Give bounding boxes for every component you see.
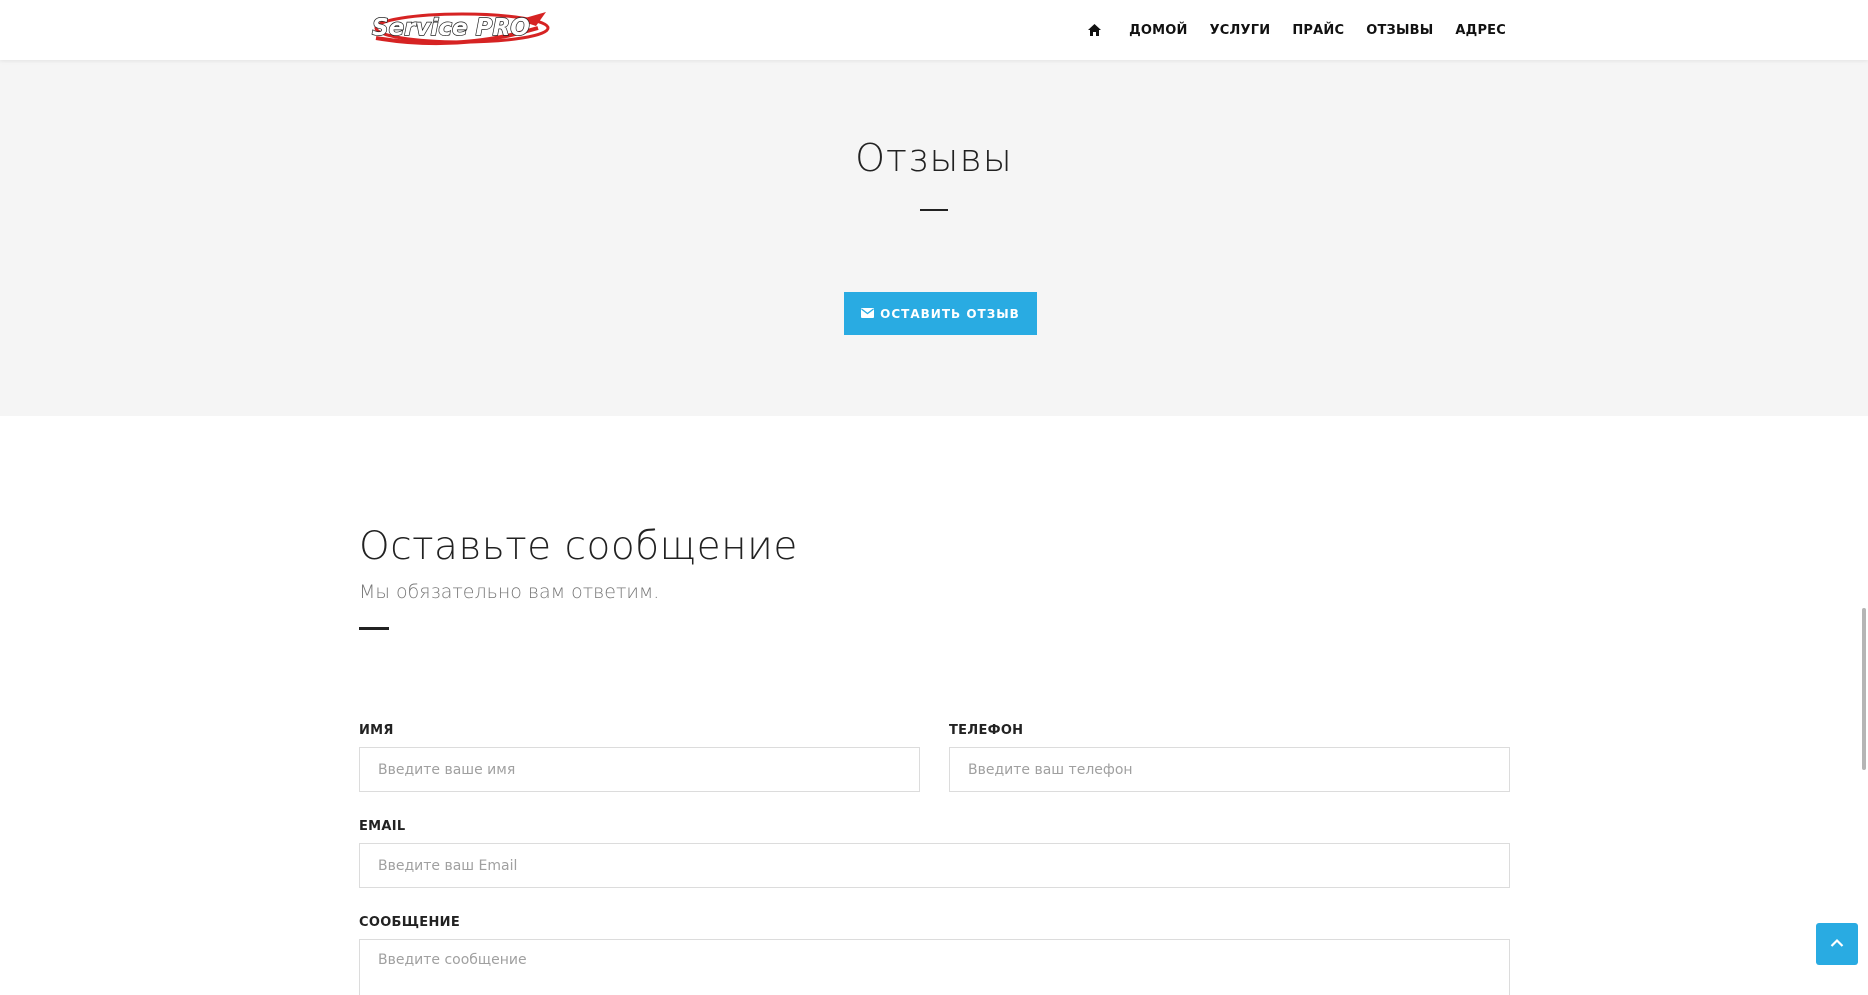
name-label: ИМЯ bbox=[359, 723, 394, 738]
reviews-divider bbox=[920, 209, 948, 211]
leave-review-label: ОСТАВИТЬ ОТЗЫВ bbox=[880, 306, 1020, 321]
contact-subtitle: Мы обязательно вам ответим. bbox=[359, 581, 660, 603]
contact-title: Оставьте сообщение bbox=[359, 524, 798, 569]
main-nav: ДОМОЙ УСЛУГИ ПРАЙС ОТЗЫВЫ АДРЕС bbox=[1088, 0, 1506, 60]
email-input[interactable] bbox=[359, 843, 1510, 888]
reviews-section: Отзывы ОСТАВИТЬ ОТЗЫВ bbox=[0, 60, 1868, 416]
logo[interactable]: Service PRO bbox=[368, 8, 552, 50]
scroll-to-top-button[interactable] bbox=[1816, 923, 1858, 965]
contact-divider bbox=[359, 627, 389, 630]
message-label: СООБЩЕНИЕ bbox=[359, 915, 461, 930]
message-textarea[interactable] bbox=[359, 939, 1510, 995]
scrollbar[interactable] bbox=[1862, 608, 1866, 770]
reviews-title: Отзывы bbox=[855, 136, 1013, 180]
svg-text:Service PRO: Service PRO bbox=[372, 15, 530, 41]
site-header: Service PRO ДОМОЙ УСЛУГИ ПРАЙС ОТЗЫВЫ АД… bbox=[0, 0, 1868, 60]
name-input[interactable] bbox=[359, 747, 920, 792]
nav-item-services[interactable]: УСЛУГИ bbox=[1210, 23, 1271, 38]
nav-item-reviews[interactable]: ОТЗЫВЫ bbox=[1366, 23, 1433, 38]
email-label: EMAIL bbox=[359, 819, 406, 834]
home-icon[interactable] bbox=[1088, 24, 1102, 36]
phone-input[interactable] bbox=[949, 747, 1510, 792]
chevron-up-icon bbox=[1830, 935, 1844, 953]
nav-item-home[interactable]: ДОМОЙ bbox=[1129, 23, 1188, 38]
envelope-icon bbox=[861, 307, 875, 321]
nav-item-address[interactable]: АДРЕС bbox=[1455, 23, 1506, 38]
nav-item-price[interactable]: ПРАЙС bbox=[1292, 23, 1344, 38]
leave-review-button[interactable]: ОСТАВИТЬ ОТЗЫВ bbox=[844, 292, 1037, 335]
phone-label: ТЕЛЕФОН bbox=[949, 723, 1024, 738]
